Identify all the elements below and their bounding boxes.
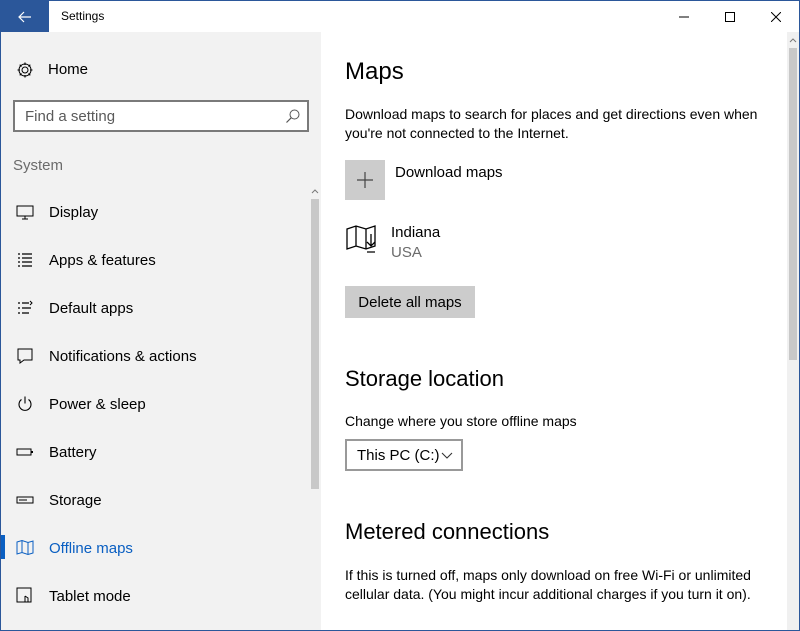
- minimize-button[interactable]: [661, 1, 707, 32]
- nav-item-default-apps[interactable]: Default apps: [1, 283, 309, 331]
- nav-item-tablet-mode[interactable]: Tablet mode: [1, 571, 309, 619]
- back-arrow-icon: [18, 11, 31, 22]
- nav-item-battery[interactable]: Battery: [1, 427, 309, 475]
- map-name: Indiana: [391, 224, 441, 241]
- plus-icon: [357, 172, 373, 188]
- section-label-system: System: [13, 157, 64, 174]
- apps-list-icon: [18, 253, 32, 267]
- nav-item-power-sleep[interactable]: Power & sleep: [1, 379, 309, 427]
- nav-scroll-thumb[interactable]: [311, 199, 319, 489]
- storage-location-heading: Storage location: [345, 366, 504, 391]
- nav-item-notifications[interactable]: Notifications & actions: [1, 331, 309, 379]
- nav-item-label: Tablet mode: [49, 588, 131, 605]
- map-region: USA: [391, 244, 422, 261]
- nav-item-label: Notifications & actions: [49, 348, 197, 365]
- metered-connections-description: If this is turned off, maps only downloa…: [345, 567, 751, 602]
- active-indicator: [1, 535, 5, 559]
- nav-item-label: Apps & features: [49, 252, 156, 269]
- maximize-icon: [725, 11, 735, 22]
- nav-item-label: Display: [49, 204, 99, 221]
- download-maps-button[interactable]: Download maps: [345, 160, 645, 200]
- notifications-icon: [17, 348, 33, 364]
- nav-item-label: Power & sleep: [49, 396, 146, 413]
- default-apps-icon: [18, 300, 33, 314]
- storage-icon: [16, 496, 34, 504]
- storage-location-label: Change where you store offline maps: [345, 413, 577, 429]
- nav-item-storage[interactable]: Storage: [1, 475, 309, 523]
- close-button[interactable]: [753, 1, 799, 32]
- chevron-down-icon: [441, 452, 453, 459]
- close-icon: [771, 11, 781, 22]
- download-maps-label: Download maps: [395, 164, 503, 181]
- nav-scrollbar[interactable]: [309, 185, 321, 630]
- back-button[interactable]: [1, 1, 49, 32]
- metered-connections-heading: Metered connections: [345, 519, 550, 544]
- nav-item-label: Storage: [49, 492, 102, 509]
- minimize-icon: [679, 16, 689, 17]
- content-scroll-thumb[interactable]: [789, 48, 797, 360]
- home-nav-item[interactable]: Home: [1, 54, 301, 84]
- maps-description: Download maps to search for places and g…: [345, 106, 758, 141]
- navigation-pane: Home System Display Apps & f: [1, 32, 321, 630]
- tablet-mode-icon: [16, 587, 32, 603]
- search-icon[interactable]: [285, 108, 301, 124]
- downloaded-map-entry[interactable]: Indiana USA: [345, 222, 645, 262]
- storage-location-dropdown[interactable]: This PC (C:): [345, 439, 463, 471]
- nav-item-label: Offline maps: [49, 540, 133, 557]
- scroll-up-arrow-icon[interactable]: [311, 187, 319, 195]
- nav-item-apps-features[interactable]: Apps & features: [1, 235, 309, 283]
- content-pane: Maps Download maps to search for places …: [321, 32, 787, 630]
- search-input[interactable]: [25, 106, 275, 126]
- download-plus-tile: [345, 160, 385, 200]
- maximize-button[interactable]: [707, 1, 753, 32]
- title-bar: Settings: [1, 1, 799, 32]
- settings-window: Settings Home Find a setting System Disp…: [0, 0, 800, 631]
- content-scrollbar[interactable]: [787, 32, 799, 630]
- nav-list: Display Apps & features Default apps Not…: [1, 187, 309, 619]
- home-label: Home: [48, 61, 89, 78]
- storage-location-value: This PC (C:): [357, 447, 440, 464]
- map-icon: [16, 539, 34, 556]
- display-icon: [16, 205, 34, 220]
- nav-item-label: Battery: [49, 444, 97, 461]
- power-icon: [18, 396, 32, 411]
- gear-icon: [17, 62, 33, 78]
- search-box: [13, 100, 309, 132]
- nav-item-label: Default apps: [49, 300, 134, 317]
- battery-icon: [16, 448, 33, 456]
- nav-item-display[interactable]: Display: [1, 187, 309, 235]
- window-title: Settings: [61, 9, 105, 23]
- nav-item-offline-maps[interactable]: Offline maps: [1, 523, 309, 571]
- page-title: Maps: [345, 58, 404, 85]
- map-download-icon: [346, 225, 376, 253]
- delete-all-maps-button[interactable]: Delete all maps: [345, 286, 475, 318]
- scroll-up-arrow-icon[interactable]: [789, 36, 797, 44]
